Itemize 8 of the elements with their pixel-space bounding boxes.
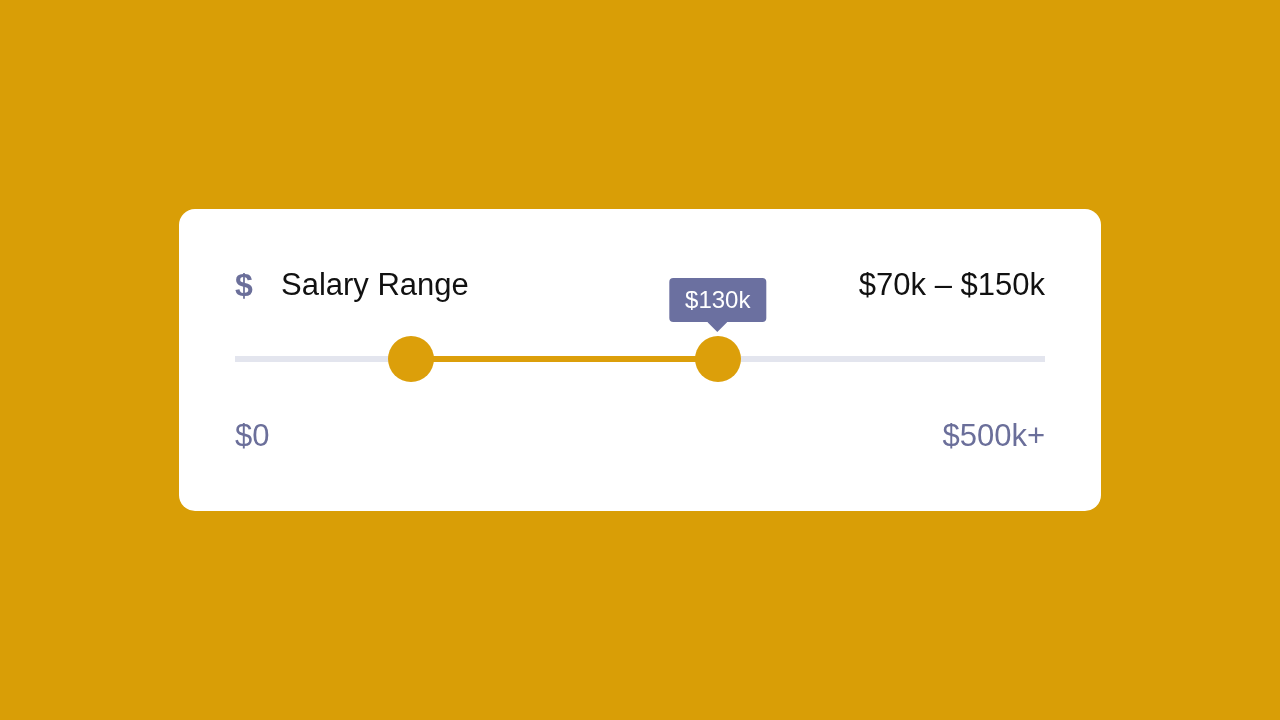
tooltip-pointer-icon [707,322,728,332]
value-tooltip: $130k [669,278,767,322]
maximum-label: $500k+ [942,417,1045,455]
slider-thumb[interactable] [694,336,741,382]
selected-range: $70k – $150k [858,266,1045,304]
dollar-icon: $ [235,265,257,305]
minimum-label: $0 [235,417,270,455]
slider-title: Salary Range [281,266,469,304]
